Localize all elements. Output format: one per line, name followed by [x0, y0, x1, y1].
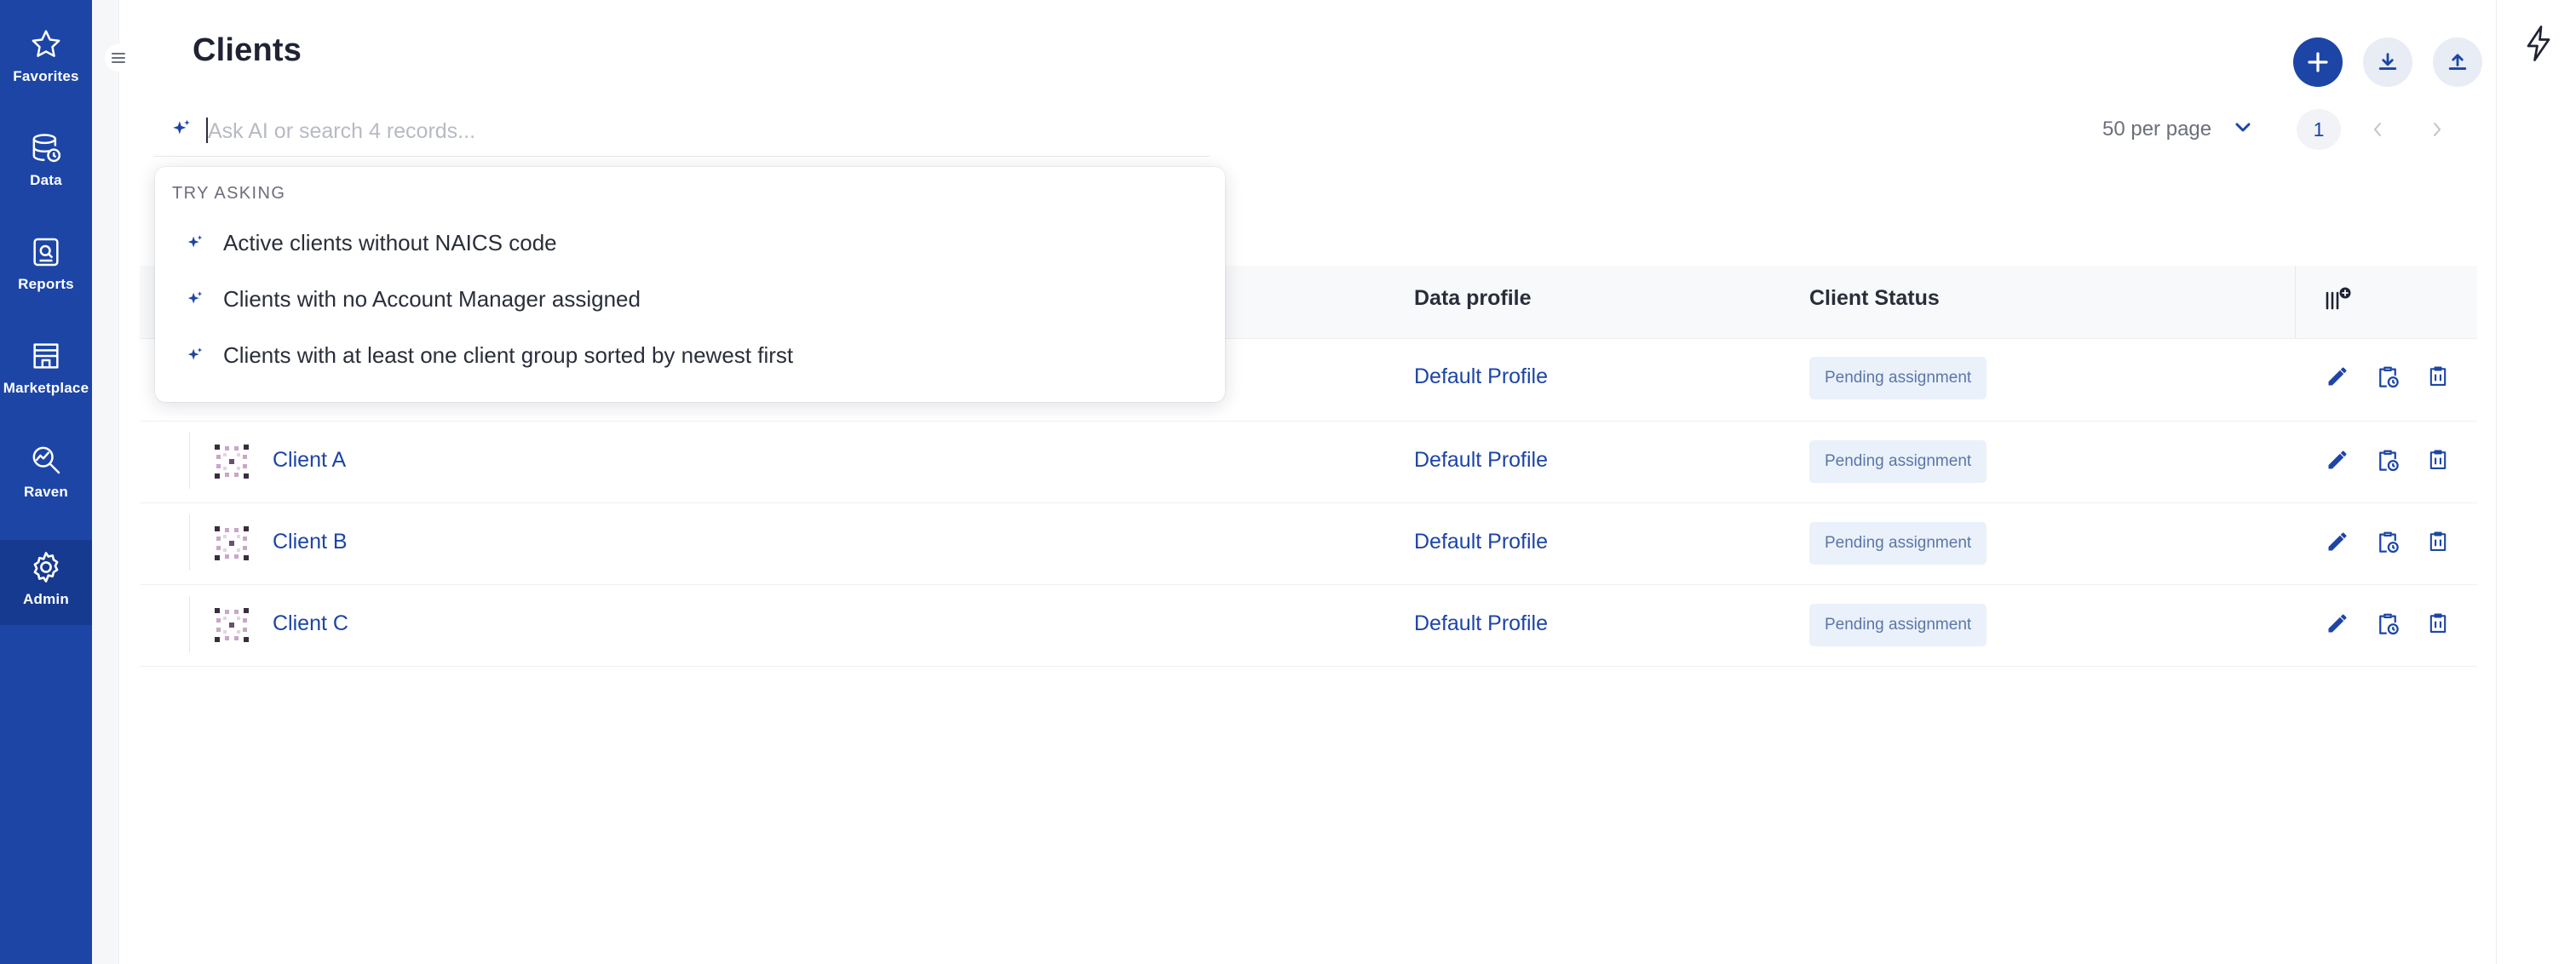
chevron-left-icon[interactable] — [2372, 121, 2383, 138]
suggestion-item[interactable]: Active clients without NAICS code — [155, 215, 1225, 271]
search-bar — [153, 106, 1210, 157]
menu-icon — [111, 51, 126, 65]
data-profile-link[interactable]: Default Profile — [1414, 611, 1548, 636]
data-profile-link[interactable]: Default Profile — [1414, 448, 1548, 473]
sidebar-gutter — [92, 0, 119, 964]
download-icon — [2376, 50, 2400, 74]
edit-icon[interactable] — [2326, 530, 2349, 554]
collapse-sidebar-button[interactable] — [105, 44, 132, 72]
add-client-button[interactable] — [2293, 37, 2343, 87]
download-button[interactable] — [2363, 37, 2412, 87]
star-icon — [27, 26, 65, 63]
client-name-link[interactable]: Client C — [273, 611, 348, 636]
ai-sparkle-icon — [186, 290, 204, 308]
client-avatar — [211, 441, 252, 482]
row-indent-line — [189, 433, 190, 489]
right-rail — [2496, 0, 2576, 964]
delete-icon[interactable] — [2426, 611, 2450, 635]
edit-icon[interactable] — [2326, 611, 2349, 635]
ai-suggestions-dropdown: Try asking Active clients without NAICS … — [155, 167, 1225, 402]
column-divider — [2295, 266, 2296, 339]
suggestion-item[interactable]: Clients with no Account Manager assigned — [155, 271, 1225, 327]
sidebar-item-favorites[interactable]: Favorites — [0, 0, 92, 85]
suggestions-heading: Try asking — [172, 184, 286, 203]
per-page-select[interactable]: 50 per page — [2102, 118, 2211, 141]
sidebar-item-label: Marketplace — [3, 380, 89, 396]
data-profile-link[interactable]: Default Profile — [1414, 364, 1548, 389]
page-title: Clients — [193, 32, 302, 68]
ai-sparkle-icon — [186, 233, 204, 252]
ai-sparkle-icon — [186, 346, 204, 364]
client-avatar — [211, 605, 252, 646]
bolt-icon[interactable] — [2523, 24, 2554, 63]
delete-icon[interactable] — [2426, 364, 2450, 388]
client-avatar — [211, 523, 252, 564]
sidebar-item-raven[interactable]: Raven — [0, 416, 92, 501]
sidebar-item-label: Raven — [23, 484, 69, 500]
column-header-client-status[interactable]: Client Status — [1809, 286, 1940, 311]
sidebar-item-admin[interactable]: Admin — [0, 540, 92, 625]
sidebar-item-label: Reports — [18, 276, 74, 292]
table-row[interactable] — [140, 584, 2477, 667]
plus-icon — [2305, 49, 2331, 75]
edit-icon[interactable] — [2326, 448, 2349, 472]
sidebar-item-data[interactable]: Data — [0, 104, 92, 189]
store-icon — [27, 337, 65, 375]
client-name-link[interactable]: Client A — [273, 448, 346, 473]
sidebar-item-marketplace[interactable]: Marketplace — [0, 312, 92, 397]
sidebar-item-label: Favorites — [13, 68, 79, 84]
database-icon — [27, 129, 65, 167]
clipboard-clock-icon[interactable] — [2375, 530, 2401, 555]
column-header-data-profile[interactable]: Data profile — [1414, 286, 1532, 311]
status-badge: Pending assignment — [1809, 440, 1987, 483]
data-profile-link[interactable]: Default Profile — [1414, 530, 1548, 554]
search-input[interactable] — [208, 114, 1145, 148]
upload-icon — [2446, 50, 2470, 74]
status-badge: Pending assignment — [1809, 357, 1987, 399]
current-page[interactable]: 1 — [2297, 109, 2341, 150]
chevron-down-icon[interactable] — [2234, 121, 2252, 135]
raven-icon — [27, 441, 65, 479]
sidebar-item-label: Admin — [23, 591, 69, 607]
ai-sparkle-icon — [170, 118, 193, 140]
suggestion-text: Active clients without NAICS code — [223, 230, 557, 255]
chevron-right-icon[interactable] — [2431, 121, 2443, 138]
row-indent-line — [189, 596, 190, 652]
suggestion-text: Clients with no Account Manager assigned — [223, 286, 641, 312]
clipboard-clock-icon[interactable] — [2375, 448, 2401, 473]
sidebar: Favorites Data Reports Marketplace Raven… — [0, 0, 92, 964]
sidebar-item-reports[interactable]: Reports — [0, 208, 92, 293]
suggestion-item[interactable]: Clients with at least one client group s… — [155, 327, 1225, 383]
table-row[interactable] — [140, 502, 2477, 585]
table-row[interactable] — [140, 421, 2477, 503]
upload-button[interactable] — [2433, 37, 2482, 87]
gear-icon — [27, 548, 65, 586]
suggestion-text: Clients with at least one client group s… — [223, 342, 794, 368]
reports-icon — [27, 233, 65, 271]
row-indent-line — [189, 514, 190, 571]
clipboard-clock-icon[interactable] — [2375, 364, 2401, 390]
delete-icon[interactable] — [2426, 448, 2450, 472]
status-badge: Pending assignment — [1809, 604, 1987, 646]
column-settings-icon[interactable] — [2324, 286, 2358, 312]
delete-icon[interactable] — [2426, 530, 2450, 554]
clipboard-clock-icon[interactable] — [2375, 611, 2401, 637]
client-name-link[interactable]: Client B — [273, 530, 348, 554]
sidebar-item-label: Data — [30, 172, 62, 188]
status-badge: Pending assignment — [1809, 522, 1987, 565]
edit-icon[interactable] — [2326, 364, 2349, 388]
